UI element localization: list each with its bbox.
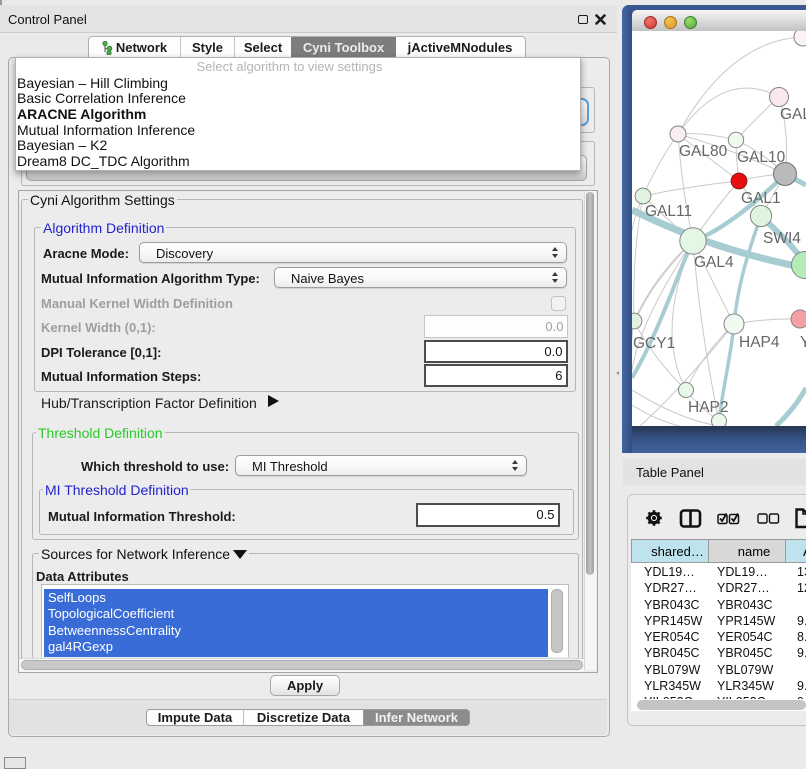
svg-text:GCY1: GCY1	[633, 335, 675, 352]
svg-text:SWI4: SWI4	[763, 230, 801, 247]
svg-text:HAP4: HAP4	[739, 334, 780, 351]
svg-text:GAL1: GAL1	[741, 190, 781, 207]
svg-text:HAP2: HAP2	[688, 399, 729, 416]
svg-text:Y: Y	[800, 334, 806, 351]
svg-text:GAL4: GAL4	[694, 254, 734, 271]
svg-text:GAL10: GAL10	[737, 149, 786, 166]
svg-text:GAL7: GAL7	[780, 106, 806, 123]
svg-text:GAL80: GAL80	[679, 143, 728, 160]
svg-text:GAL11: GAL11	[645, 203, 692, 220]
